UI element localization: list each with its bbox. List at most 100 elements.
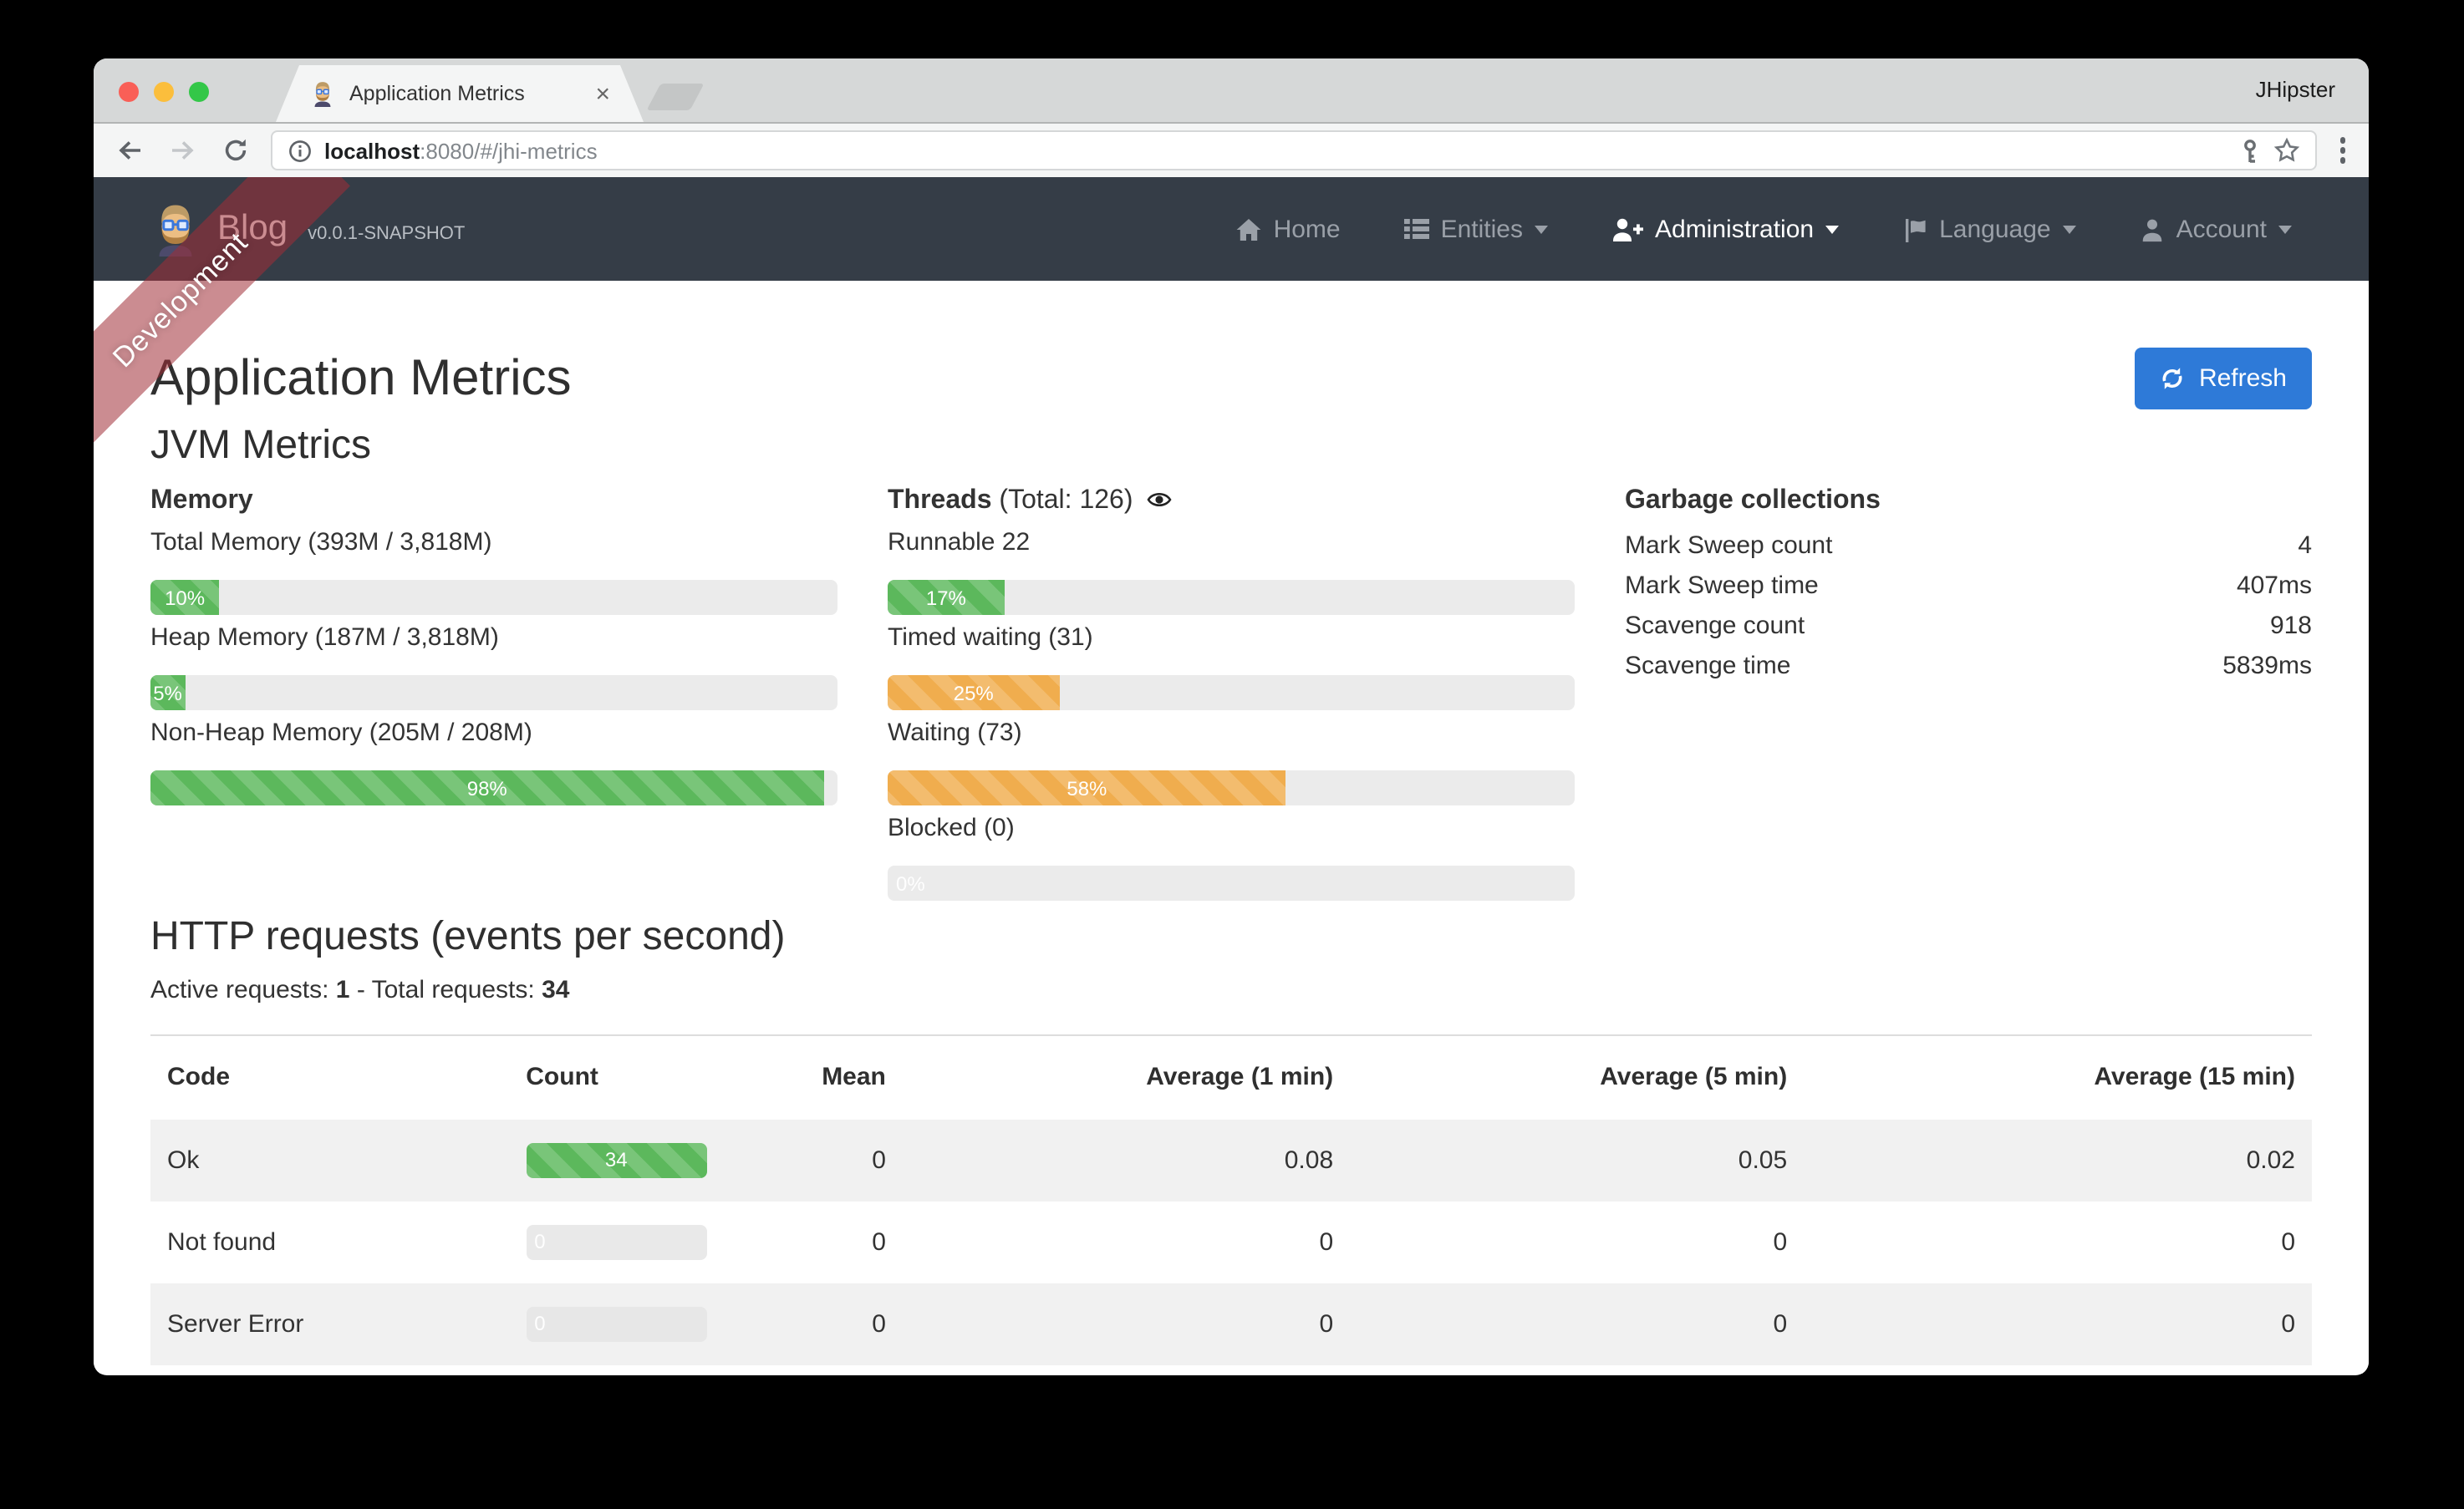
cell-mean: 0: [751, 1283, 903, 1364]
nav-item-entities[interactable]: Entities: [1372, 177, 1580, 281]
nav-item-language[interactable]: Language: [1871, 177, 2108, 281]
user-plus-icon: [1611, 216, 1643, 241]
eye-icon[interactable]: [1147, 490, 1172, 510]
count-bar: 34: [526, 1142, 706, 1177]
gc-label: Mark Sweep time: [1625, 570, 1819, 603]
brand[interactable]: Blog v0.0.1-SNAPSHOT: [150, 194, 465, 264]
browser-menu-icon[interactable]: [2333, 138, 2352, 164]
gc-label: Mark Sweep count: [1625, 530, 1832, 563]
cell-code: Server Error: [150, 1283, 509, 1364]
separator: -: [357, 976, 365, 1004]
nav-label: Home: [1274, 215, 1341, 243]
close-window-button[interactable]: [119, 82, 139, 102]
chevron-down-icon: [2278, 225, 2292, 233]
url-host: localhost: [324, 138, 420, 163]
cell-avg5: 0.05: [1350, 1119, 1804, 1201]
count-label: 34: [605, 1148, 628, 1171]
jvm-metrics-title: JVM Metrics: [150, 423, 2312, 470]
count-bar: 0: [526, 1224, 534, 1259]
cell-mean: 0: [751, 1201, 903, 1283]
memory-heading: Memory: [150, 486, 837, 516]
gc-value: 407ms: [2237, 570, 2312, 603]
app-navbar: Blog v0.0.1-SNAPSHOT Home Entiti: [94, 177, 2369, 281]
new-tab-button[interactable]: [646, 84, 704, 110]
reload-icon[interactable]: [217, 132, 254, 169]
window-controls: [94, 62, 239, 122]
nav-label: Account: [2176, 215, 2267, 243]
metric-total-memory: Total Memory (393M / 3,818M) 10%: [150, 526, 837, 615]
metric-waiting: Waiting (73) 58%: [888, 717, 1575, 805]
cell-code: Not found: [150, 1201, 509, 1283]
refresh-icon: [2161, 366, 2186, 391]
http-requests-title: HTTP requests (events per second): [150, 914, 2312, 961]
zoom-window-button[interactable]: [189, 82, 209, 102]
home-icon: [1235, 216, 1262, 241]
col-header-mean: Mean: [751, 1035, 903, 1119]
favicon-hipster-avatar: [309, 80, 336, 107]
url-text: localhost:8080/#/jhi-metrics: [324, 138, 2226, 163]
cell-avg1: 0: [903, 1201, 1350, 1283]
tab-strip: Application Metrics × JHipster: [94, 58, 2369, 124]
progress-label: 58%: [1067, 776, 1107, 800]
key-icon[interactable]: [2237, 138, 2261, 163]
progress-track: 98%: [150, 770, 837, 805]
forward-icon[interactable]: [164, 132, 201, 169]
metric-timed-waiting: Timed waiting (31) 25%: [888, 622, 1575, 710]
threads-section: Threads (Total: 126) Runnable 22 17%: [888, 486, 1575, 907]
col-header-count: Count: [509, 1035, 751, 1119]
refresh-button[interactable]: Refresh: [2136, 348, 2312, 409]
gc-section: Garbage collections Mark Sweep count 4 M…: [1625, 486, 2312, 907]
col-header-avg15: Average (15 min): [1804, 1035, 2312, 1119]
tab-close-icon[interactable]: ×: [595, 81, 610, 106]
gc-label: Scavenge count: [1625, 610, 1805, 643]
nav-menu: Home Entities: [1204, 177, 2324, 281]
progress-track: 25%: [888, 675, 1575, 710]
gc-row-scavenge-time: Scavenge time 5839ms: [1625, 647, 2312, 687]
nav-item-account[interactable]: Account: [2108, 177, 2324, 281]
gc-value: 918: [2270, 610, 2312, 643]
metric-label: Non-Heap Memory (205M / 208M): [150, 717, 837, 750]
hipster-avatar-logo: [150, 194, 201, 264]
browser-toolbar: localhost:8080/#/jhi-metrics: [94, 124, 2369, 177]
browser-profile-label: JHipster: [2256, 77, 2335, 102]
minimize-window-button[interactable]: [154, 82, 174, 102]
metric-label: Blocked (0): [888, 812, 1575, 846]
cell-avg5: 0: [1350, 1283, 1804, 1364]
brand-version: v0.0.1-SNAPSHOT: [308, 214, 465, 244]
cell-mean: 0: [751, 1119, 903, 1201]
table-row-not-found: Not found 0 0 0 0 0: [150, 1201, 2312, 1283]
nav-label: Entities: [1441, 215, 1523, 243]
nav-item-administration[interactable]: Administration: [1580, 177, 1871, 281]
metric-label: Timed waiting (31): [888, 622, 1575, 655]
progress-track: 58%: [888, 770, 1575, 805]
back-icon[interactable]: [110, 132, 147, 169]
metric-runnable: Runnable 22 17%: [888, 526, 1575, 615]
progress-label: 0%: [896, 871, 925, 895]
tab-title: Application Metrics: [349, 82, 582, 105]
progress-label: 5%: [153, 681, 182, 704]
metric-label: Runnable 22: [888, 526, 1575, 560]
gc-row-scavenge-count: Scavenge count 918: [1625, 607, 2312, 647]
threads-heading: Threads (Total: 126): [888, 486, 1575, 516]
info-icon[interactable]: [288, 138, 313, 163]
nav-item-home[interactable]: Home: [1204, 177, 1372, 281]
bookmark-star-icon[interactable]: [2273, 137, 2299, 164]
progress-bar: 0%: [888, 866, 896, 901]
page-viewport: Blog v0.0.1-SNAPSHOT Home Entiti: [94, 177, 2369, 1374]
progress-bar: 98%: [150, 770, 824, 805]
progress-track: 0%: [888, 866, 1575, 901]
metric-nonheap-memory: Non-Heap Memory (205M / 208M) 98%: [150, 717, 837, 805]
table-row-server-error: Server Error 0 0 0 0 0: [150, 1283, 2312, 1364]
progress-bar: 10%: [150, 580, 219, 615]
cell-avg1: 0: [903, 1283, 1350, 1364]
progress-label: 10%: [165, 586, 205, 609]
threads-total-label: (Total: 126): [999, 486, 1133, 515]
progress-label: 17%: [926, 586, 966, 609]
table-row-ok: Ok 34 0 0.08 0.05 0.02: [150, 1119, 2312, 1201]
browser-tab[interactable]: Application Metrics ×: [276, 65, 644, 122]
cell-avg15: 0: [1804, 1201, 2312, 1283]
user-icon: [2140, 216, 2165, 241]
address-bar[interactable]: localhost:8080/#/jhi-metrics: [271, 130, 2316, 170]
progress-bar: 5%: [150, 675, 185, 710]
progress-track: 10%: [150, 580, 837, 615]
